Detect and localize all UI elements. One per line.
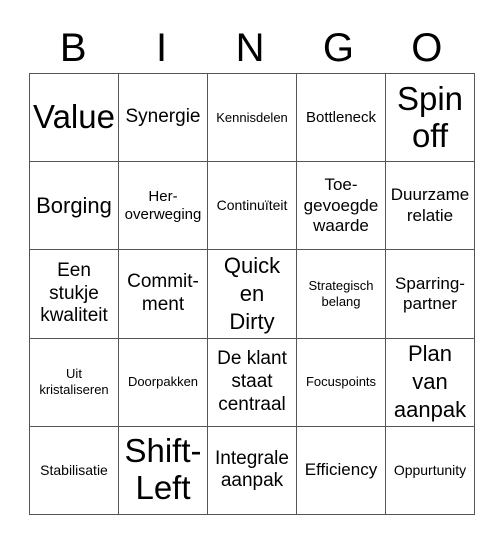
bingo-cell[interactable]: Her- overweging <box>118 161 208 251</box>
bingo-cell[interactable]: Duurzame relatie <box>385 161 475 251</box>
cell-label: Oppurtunity <box>393 461 467 478</box>
cell-label: Toe- gevoegde waarde <box>303 175 379 235</box>
cell-label: Commit- ment <box>127 271 199 315</box>
bingo-cell[interactable]: Integrale aanpak <box>207 425 297 516</box>
cell-label: Her- overweging <box>124 187 202 223</box>
grid-row: Uit kristaliseren Doorpakken De klant st… <box>29 337 475 427</box>
grid-row: Een stukje kwaliteit Commit- ment Quick … <box>29 249 475 339</box>
grid-row: Borging Her- overweging Continuïteit Toe… <box>29 161 475 251</box>
bingo-cell[interactable]: Bottleneck <box>296 72 386 163</box>
cell-label: Bottleneck <box>305 108 377 126</box>
bingo-cell[interactable]: Een stukje kwaliteit <box>29 249 119 339</box>
header-letter-b: B <box>59 26 87 70</box>
grid-row: Stabilisatie Shift- Left Integrale aanpa… <box>29 425 475 516</box>
bingo-cell[interactable]: Borging <box>29 161 119 251</box>
bingo-cell[interactable]: Uit kristaliseren <box>29 337 119 427</box>
bingo-cell[interactable]: Focuspoints <box>296 337 386 427</box>
bingo-cell[interactable]: Kennisdelen <box>207 72 297 163</box>
cell-label: Continuïteit <box>216 196 288 213</box>
cell-label: Een stukje kwaliteit <box>40 259 108 327</box>
cell-label: Value <box>33 98 115 136</box>
cell-label: Borging <box>36 192 112 218</box>
cell-label: Strategisch belang <box>308 277 374 309</box>
bingo-header: B I N G O <box>29 24 471 72</box>
bingo-cell[interactable]: Quick en Dirty <box>207 249 297 339</box>
cell-label: Duurzame relatie <box>390 185 470 225</box>
cell-label: Efficiency <box>304 460 378 480</box>
bingo-cell[interactable]: Efficiency <box>296 425 386 516</box>
header-letter-n: N <box>235 26 265 70</box>
bingo-cell[interactable]: Strategisch belang <box>296 249 386 339</box>
grid-row: Value Synergie Kennisdelen Bottleneck Sp… <box>29 72 475 163</box>
cell-label: Sparring- partner <box>395 273 465 313</box>
cell-label: De klant staat centraal <box>217 347 287 415</box>
cell-label: Focuspoints <box>305 374 377 390</box>
cell-label: Quick en Dirty <box>223 252 281 335</box>
bingo-cell[interactable]: Toe- gevoegde waarde <box>296 161 386 251</box>
bingo-cell[interactable]: Stabilisatie <box>29 425 119 516</box>
cell-label: Uit kristaliseren <box>39 365 109 397</box>
bingo-cell[interactable]: De klant staat centraal <box>207 337 297 427</box>
header-letter-g: G <box>322 26 354 70</box>
bingo-cell[interactable]: Plan van aanpak <box>385 337 475 427</box>
cell-label: Kennisdelen <box>216 109 288 125</box>
bingo-cell[interactable]: Shift- Left <box>118 425 208 516</box>
bingo-cell[interactable]: Oppurtunity <box>385 425 475 516</box>
cell-label: Spin off <box>396 79 464 154</box>
cell-label: Synergie <box>125 106 201 128</box>
bingo-cell[interactable]: Commit- ment <box>118 249 208 339</box>
bingo-cell[interactable]: Doorpakken <box>118 337 208 427</box>
cell-label: Integrale aanpak <box>215 447 289 492</box>
bingo-cell[interactable]: Value <box>29 72 119 163</box>
cell-label: Doorpakken <box>127 374 199 390</box>
header-letter-o: O <box>411 26 443 70</box>
cell-label: Plan van aanpak <box>393 340 467 423</box>
bingo-cell[interactable]: Sparring- partner <box>385 249 475 339</box>
bingo-grid: Value Synergie Kennisdelen Bottleneck Sp… <box>29 72 475 516</box>
bingo-cell[interactable]: Spin off <box>385 72 475 163</box>
bingo-cell[interactable]: Continuïteit <box>207 161 297 251</box>
bingo-cell[interactable]: Synergie <box>118 72 208 163</box>
header-letter-i: I <box>156 26 168 70</box>
cell-label: Shift- Left <box>124 432 202 507</box>
cell-label: Stabilisatie <box>40 461 108 478</box>
